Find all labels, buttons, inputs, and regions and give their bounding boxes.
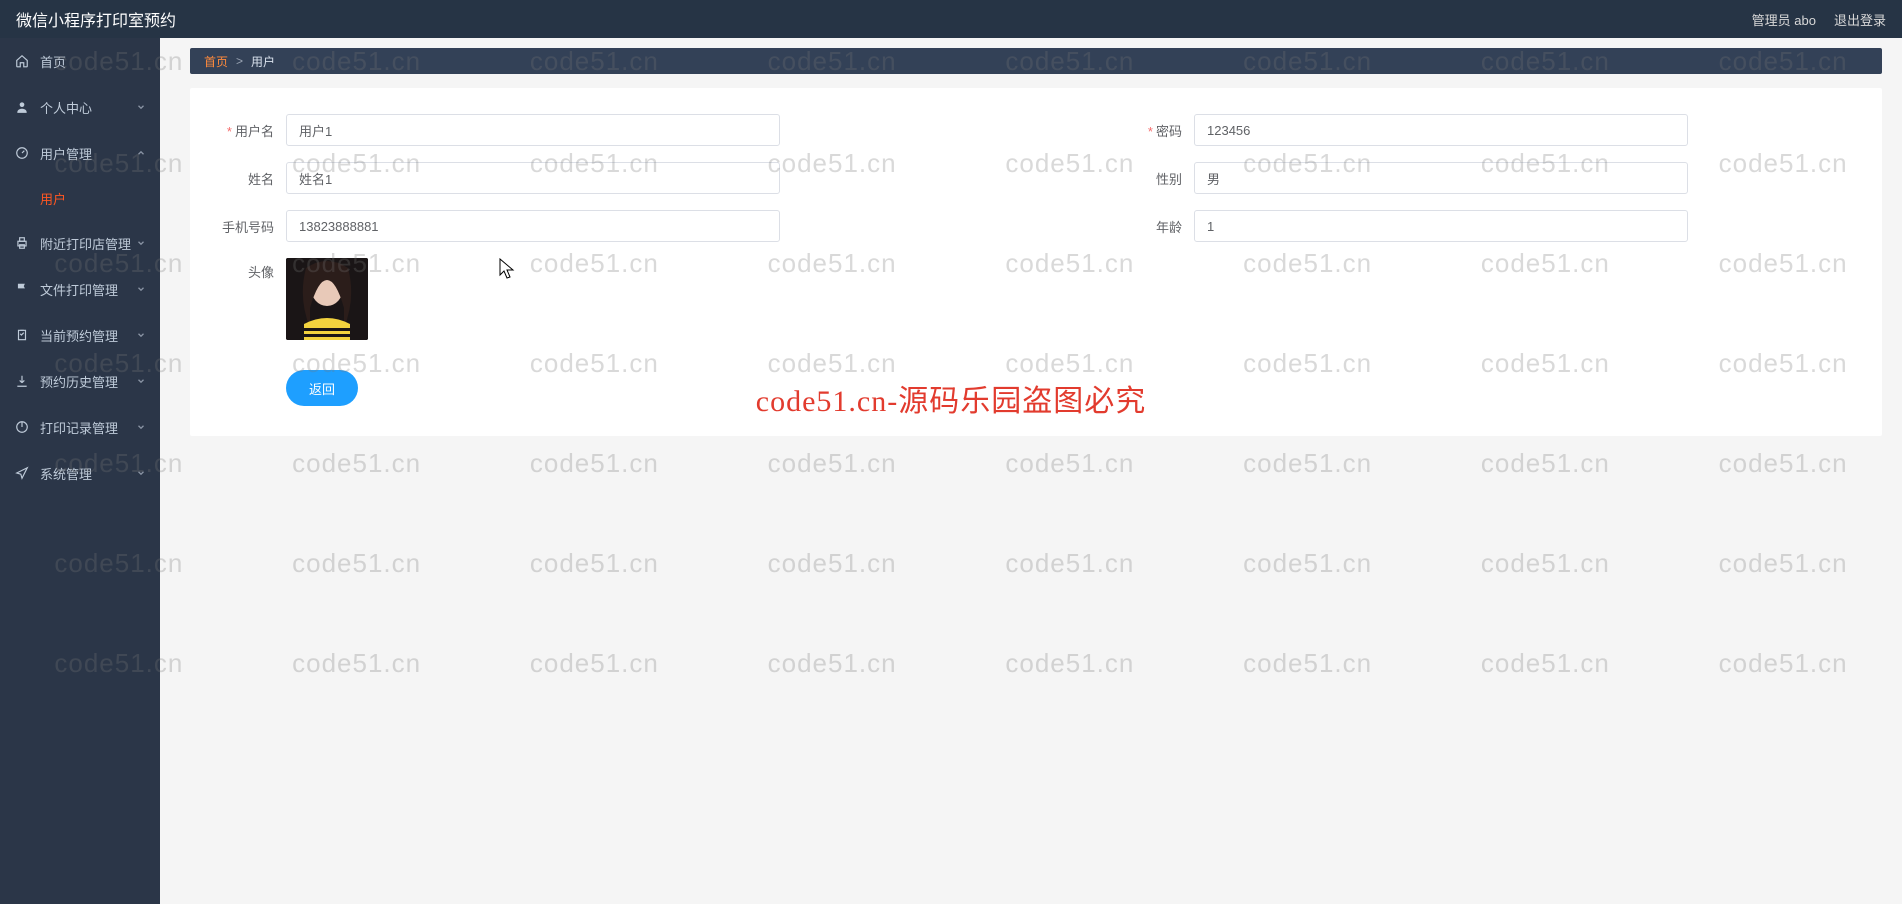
chevron-down-icon: [136, 284, 146, 294]
label-username: *用户名: [210, 121, 286, 140]
app-header: 微信小程序打印室预约 管理员 abo 退出登录: [0, 0, 1902, 38]
input-username[interactable]: [286, 114, 780, 146]
label-avatar: 头像: [210, 258, 286, 281]
main-content: 首页 > 用户 *用户名 *密码 姓名 性别: [160, 38, 1902, 904]
header-actions: 管理员 abo 退出登录: [1752, 10, 1886, 29]
breadcrumb-home[interactable]: 首页: [204, 53, 228, 70]
sidebar-label-personal: 个人中心: [40, 98, 92, 117]
input-gender[interactable]: [1194, 162, 1688, 194]
nav-icon: [14, 465, 30, 481]
printer-icon: [14, 235, 30, 251]
sidebar-label-system: 系统管理: [40, 464, 92, 483]
sidebar-label-file-print: 文件打印管理: [40, 280, 118, 299]
app-title: 微信小程序打印室预约: [16, 7, 176, 31]
flag-icon: [14, 281, 30, 297]
gauge-icon: [14, 145, 30, 161]
sidebar-label-nearby-print: 附近打印店管理: [40, 234, 131, 253]
chevron-down-icon: [136, 102, 146, 112]
sidebar-item-current-resv[interactable]: 当前预约管理: [0, 312, 160, 358]
label-phone: 手机号码: [210, 217, 286, 236]
download-icon: [14, 373, 30, 389]
sidebar-label-resv-history: 预约历史管理: [40, 372, 118, 391]
breadcrumb-sep: >: [236, 54, 243, 68]
sidebar-item-print-log[interactable]: 打印记录管理: [0, 404, 160, 450]
clipboard-icon: [14, 327, 30, 343]
form-panel: *用户名 *密码 姓名 性别 手机号码 年龄: [190, 88, 1882, 436]
sidebar-item-nearby-print[interactable]: 附近打印店管理: [0, 220, 160, 266]
chevron-down-icon: [136, 376, 146, 386]
sidebar-sub-user[interactable]: 用户: [0, 176, 160, 220]
sidebar-label-print-log: 打印记录管理: [40, 418, 118, 437]
sidebar: 首页 个人中心 用户管理 用户 附近打印店管理 文件打印管理: [0, 38, 160, 904]
label-gender: 性别: [1122, 169, 1194, 188]
input-age[interactable]: [1194, 210, 1688, 242]
home-icon: [14, 53, 30, 69]
sidebar-item-file-print[interactable]: 文件打印管理: [0, 266, 160, 312]
chevron-down-icon: [136, 468, 146, 478]
chevron-down-icon: [136, 422, 146, 432]
breadcrumb-current: 用户: [251, 53, 275, 70]
sidebar-item-user-mgmt[interactable]: 用户管理: [0, 130, 160, 176]
input-password[interactable]: [1194, 114, 1688, 146]
sidebar-label-user-mgmt: 用户管理: [40, 144, 92, 163]
power-icon: [14, 419, 30, 435]
chevron-up-icon: [136, 148, 146, 158]
user-icon: [14, 99, 30, 115]
sidebar-item-system[interactable]: 系统管理: [0, 450, 160, 496]
input-phone[interactable]: [286, 210, 780, 242]
sidebar-item-resv-history[interactable]: 预约历史管理: [0, 358, 160, 404]
label-password: *密码: [1122, 121, 1194, 140]
sidebar-label-current-resv: 当前预约管理: [40, 326, 118, 345]
sidebar-item-home[interactable]: 首页: [0, 38, 160, 84]
sidebar-label-home: 首页: [40, 52, 66, 71]
breadcrumb: 首页 > 用户: [190, 48, 1882, 74]
avatar-image[interactable]: [286, 258, 368, 340]
chevron-down-icon: [136, 330, 146, 340]
admin-label[interactable]: 管理员 abo: [1752, 10, 1816, 29]
chevron-down-icon: [136, 238, 146, 248]
back-button[interactable]: 返回: [286, 370, 358, 406]
label-name: 姓名: [210, 169, 286, 188]
label-age: 年龄: [1122, 217, 1194, 236]
logout-link[interactable]: 退出登录: [1834, 10, 1886, 29]
input-name[interactable]: [286, 162, 780, 194]
sidebar-item-personal[interactable]: 个人中心: [0, 84, 160, 130]
